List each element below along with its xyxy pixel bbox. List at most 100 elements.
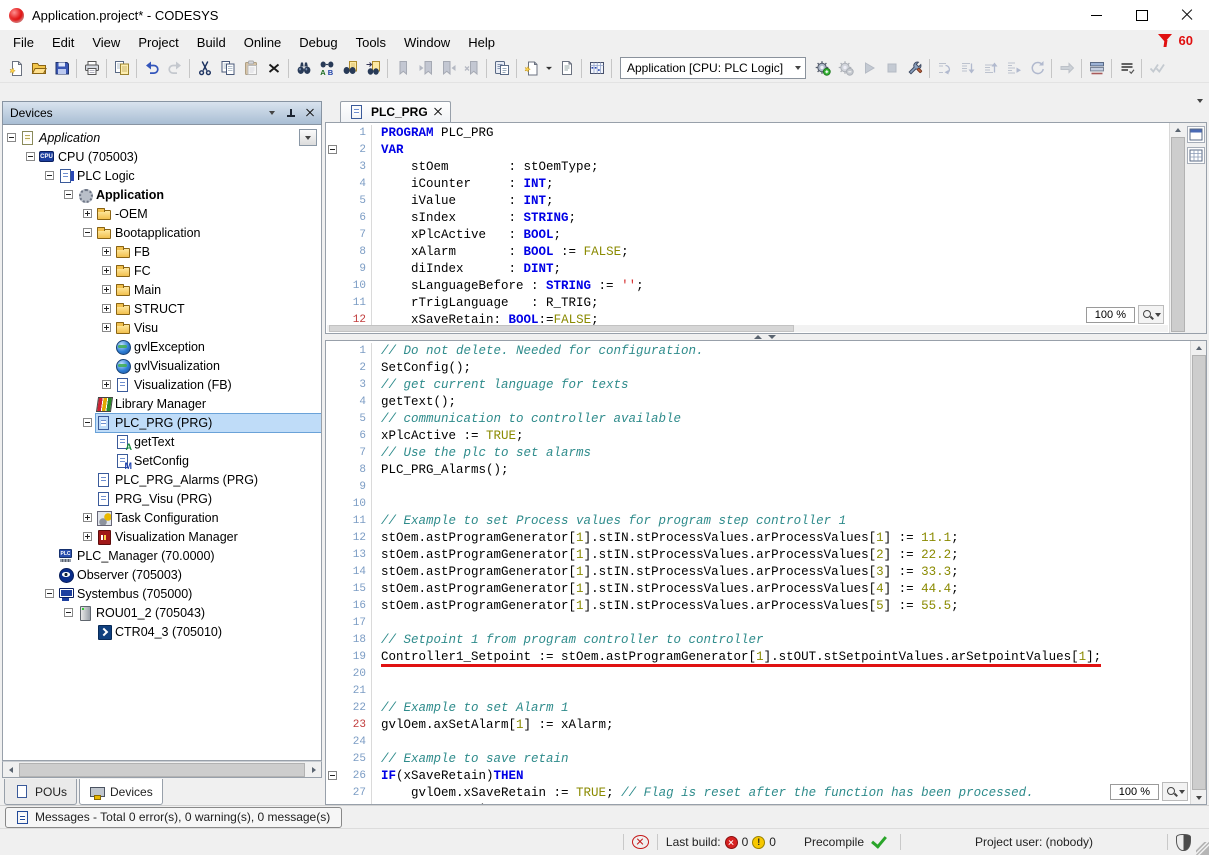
- tree-item-visualization-manager[interactable]: Visualization Manager: [3, 527, 321, 546]
- tree-item-task-configuration[interactable]: Task Configuration: [3, 508, 321, 527]
- scroll-thumb[interactable]: [19, 763, 305, 777]
- panel-close-icon[interactable]: [306, 109, 314, 117]
- tree-item-application[interactable]: Application: [3, 128, 321, 147]
- expand-icon[interactable]: [102, 323, 111, 332]
- fold-collapse-icon[interactable]: [328, 145, 337, 154]
- implementation-line-25[interactable]: 25// Example to save retain: [326, 751, 1190, 768]
- implementation-zoom-level[interactable]: 100 %: [1110, 784, 1159, 800]
- tree-hscrollbar[interactable]: [2, 761, 322, 778]
- zoom-button[interactable]: [1162, 782, 1188, 801]
- menu-item-view[interactable]: View: [83, 32, 129, 53]
- implementation-line-1[interactable]: 1// Do not delete. Needed for configurat…: [326, 343, 1190, 360]
- tree-item-setconfig[interactable]: SetConfig: [3, 451, 321, 470]
- implementation-line-26[interactable]: 26IF(xSaveRetain)THEN: [326, 768, 1190, 785]
- expand-icon[interactable]: [102, 285, 111, 294]
- open-file-button[interactable]: [27, 57, 50, 80]
- tree-item-gvlvisualization[interactable]: gvlVisualization: [3, 356, 321, 375]
- implementation-line-16[interactable]: 16stOem.astProgramGenerator[1].stIN.stPr…: [326, 598, 1190, 615]
- resize-grip[interactable]: [1196, 842, 1209, 855]
- cut-button[interactable]: [193, 57, 216, 80]
- scroll-thumb[interactable]: [1171, 137, 1185, 332]
- menu-item-debug[interactable]: Debug: [290, 32, 346, 53]
- tree-item-application[interactable]: Application: [3, 185, 321, 204]
- expand-icon[interactable]: [102, 266, 111, 275]
- find-button[interactable]: [292, 57, 315, 80]
- table-view-button[interactable]: [1187, 147, 1205, 164]
- scroll-left-icon[interactable]: [3, 763, 18, 776]
- declaration-line-6[interactable]: 6 sIndex : STRING;: [326, 210, 1169, 227]
- collapse-icon[interactable]: [83, 228, 92, 237]
- tree-item-fc[interactable]: FC: [3, 261, 321, 280]
- declaration-line-7[interactable]: 7 xPlcActive : BOOL;: [326, 227, 1169, 244]
- declaration-line-11[interactable]: 11 rTrigLanguage : R_TRIG;: [326, 295, 1169, 312]
- tab-close-icon[interactable]: [434, 108, 442, 116]
- implementation-line-17[interactable]: 17: [326, 615, 1190, 632]
- tree-item-systembus-705000[interactable]: Systembus (705000): [3, 584, 321, 603]
- refactor-button[interactable]: [903, 57, 926, 80]
- combo-caret-icon[interactable]: [790, 58, 805, 78]
- collapse-icon[interactable]: [83, 418, 92, 427]
- tree-item-plc-prg-alarms-prg[interactable]: PLC_PRG_Alarms (PRG): [3, 470, 321, 489]
- tree-item-gvlexception[interactable]: gvlException: [3, 337, 321, 356]
- pin-icon[interactable]: [286, 109, 295, 118]
- tree-item-gettext[interactable]: getText: [3, 432, 321, 451]
- declaration-line-2[interactable]: 2VAR: [326, 142, 1169, 159]
- zoom-button[interactable]: [1138, 305, 1164, 324]
- tree-item-plc-manager-70-0000[interactable]: PLC_Manager (70.0000): [3, 546, 321, 565]
- tree-item-main[interactable]: Main: [3, 280, 321, 299]
- tree-item-observer-705003[interactable]: Observer (705003): [3, 565, 321, 584]
- tree-item-prg-visu-prg[interactable]: PRG_Visu (PRG): [3, 489, 321, 508]
- implementation-line-11[interactable]: 11// Example to set Process values for p…: [326, 513, 1190, 530]
- scroll-up-icon[interactable]: [1191, 341, 1206, 354]
- collapse-icon[interactable]: [7, 133, 16, 142]
- menu-item-online[interactable]: Online: [235, 32, 291, 53]
- security-shield-icon[interactable]: [1176, 834, 1191, 851]
- implementation-line-9[interactable]: 9: [326, 479, 1190, 496]
- implementation-line-12[interactable]: 12stOem.astProgramGenerator[1].stIN.stPr…: [326, 530, 1190, 547]
- declaration-vscrollbar[interactable]: [1169, 123, 1185, 333]
- panel-tab-pous[interactable]: POUs: [4, 779, 77, 805]
- copy-button[interactable]: [216, 57, 239, 80]
- tab-list-dropdown[interactable]: [1197, 103, 1203, 118]
- collapse-icon[interactable]: [64, 608, 73, 617]
- implementation-line-6[interactable]: 6xPlcActive := TRUE;: [326, 428, 1190, 445]
- collapse-icon[interactable]: [64, 190, 73, 199]
- precompile-message-filter[interactable]: 60: [1158, 33, 1193, 48]
- implementation-line-27[interactable]: 27 gvlOem.xSaveRetain := TRUE; // Flag i…: [326, 785, 1190, 802]
- declaration-hscrollbar[interactable]: [327, 325, 1168, 332]
- implementation-line-8[interactable]: 8PLC_PRG_Alarms();: [326, 462, 1190, 479]
- declaration-line-1[interactable]: 1PROGRAM PLC_PRG: [326, 125, 1169, 142]
- implementation-line-2[interactable]: 2SetConfig();: [326, 360, 1190, 377]
- declaration-line-5[interactable]: 5 iValue : INT;: [326, 193, 1169, 210]
- implementation-line-13[interactable]: 13stOem.astProgramGenerator[1].stIN.stPr…: [326, 547, 1190, 564]
- implementation-vscrollbar[interactable]: [1190, 341, 1206, 804]
- implementation-line-4[interactable]: 4getText();: [326, 394, 1190, 411]
- application-dropdown-icon[interactable]: [299, 129, 317, 146]
- caret-down-button[interactable]: [543, 57, 555, 80]
- new-file-button[interactable]: [4, 57, 27, 80]
- edit-object-button[interactable]: [555, 57, 578, 80]
- expand-icon[interactable]: [102, 304, 111, 313]
- tree-item-cpu-705003[interactable]: CPU (705003): [3, 147, 321, 166]
- tree-item-visualization-fb[interactable]: Visualization (FB): [3, 375, 321, 394]
- menu-item-window[interactable]: Window: [395, 32, 459, 53]
- force-values-button[interactable]: [1085, 57, 1108, 80]
- implementation-line-3[interactable]: 3// get current language for texts: [326, 377, 1190, 394]
- implementation-line-22[interactable]: 22// Example to set Alarm 1: [326, 700, 1190, 717]
- find-object-button[interactable]: [338, 57, 361, 80]
- collapse-icon[interactable]: [26, 152, 35, 161]
- implementation-line-18[interactable]: 18// Setpoint 1 from program controller …: [326, 632, 1190, 649]
- tree-item-oem[interactable]: -OEM: [3, 204, 321, 223]
- menu-item-project[interactable]: Project: [129, 32, 187, 53]
- save-button[interactable]: [50, 57, 73, 80]
- login-button[interactable]: [811, 57, 834, 80]
- undo-button[interactable]: [140, 57, 163, 80]
- implementation-line-21[interactable]: 21: [326, 683, 1190, 700]
- declaration-zoom-level[interactable]: 100 %: [1086, 307, 1135, 323]
- tree-item-bootapplication[interactable]: Bootapplication: [3, 223, 321, 242]
- expand-icon[interactable]: [83, 532, 92, 541]
- replace-button[interactable]: AB: [315, 57, 338, 80]
- declaration-line-4[interactable]: 4 iCounter : INT;: [326, 176, 1169, 193]
- declaration-line-8[interactable]: 8 xAlarm : BOOL := FALSE;: [326, 244, 1169, 261]
- tree-item-plc-logic[interactable]: PLC Logic: [3, 166, 321, 185]
